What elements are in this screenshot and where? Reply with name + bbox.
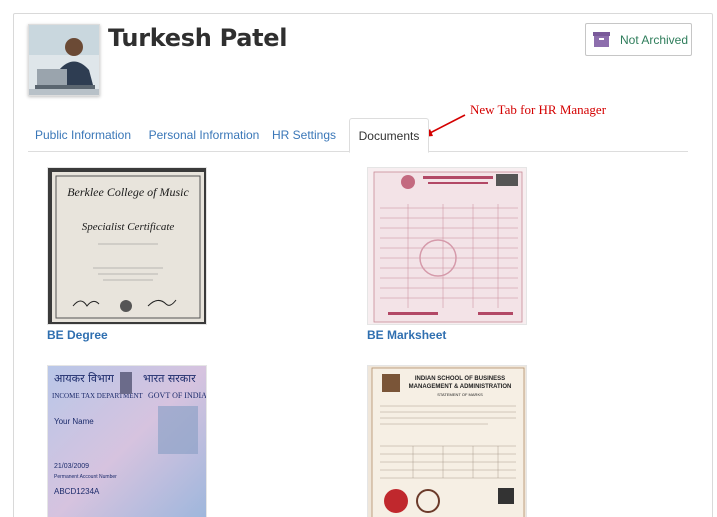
- marks-school-line1-text: INDIAN SCHOOL OF BUSINESS: [415, 376, 505, 382]
- certificate-school-text: Berklee College of Music: [67, 185, 189, 199]
- avatar: [28, 24, 100, 96]
- pan-hindi-right-text: भारत सरकार: [143, 372, 196, 385]
- pan-pan-label-text: Permanent Account Number: [54, 474, 117, 480]
- pan-number-text: ABCD1234A: [54, 487, 100, 496]
- document-item[interactable]: आयकर विभाग भारत सरकार INCOME TAX DEPARTM…: [47, 365, 207, 517]
- archive-status-label: Not Archived: [620, 32, 689, 47]
- marks-school-line2-text: MANAGEMENT & ADMINISTRATION: [409, 384, 512, 390]
- document-thumbnail[interactable]: [367, 167, 527, 325]
- pan-date-text: 21/03/2009: [54, 463, 89, 470]
- document-item[interactable]: Berklee College of Music Specialist Cert…: [47, 167, 207, 342]
- document-thumbnail[interactable]: आयकर विभाग भारत सरकार INCOME TAX DEPARTM…: [47, 365, 207, 517]
- marks-statement-text: STATEMENT OF MARKS: [437, 392, 483, 397]
- tab-documents[interactable]: Documents: [349, 118, 429, 153]
- employee-name: Turkesh Patel: [108, 24, 288, 52]
- tab-personal-information[interactable]: Personal Information: [143, 118, 265, 152]
- archive-box-icon: [593, 31, 610, 48]
- tab-hr-settings[interactable]: HR Settings: [268, 118, 340, 152]
- profile-tabs: Public Information Personal Information …: [28, 118, 688, 153]
- pan-govt-text: GOVT OF INDIA: [148, 391, 207, 400]
- document-label[interactable]: BE Degree: [47, 328, 207, 342]
- tab-public-information[interactable]: Public Information: [28, 118, 138, 152]
- document-label[interactable]: BE Marksheet: [367, 328, 527, 342]
- document-item[interactable]: INDIAN SCHOOL OF BUSINESS MANAGEMENT & A…: [367, 365, 527, 517]
- archive-toggle-button[interactable]: Not Archived: [585, 23, 692, 56]
- annotation-text: New Tab for HR Manager: [470, 102, 607, 117]
- document-item[interactable]: BE Marksheet: [367, 167, 527, 342]
- certificate-title-text: Specialist Certificate: [82, 221, 175, 233]
- pan-name-text: Your Name: [54, 417, 94, 426]
- pan-hindi-left-text: आयकर विभाग: [54, 372, 115, 385]
- document-thumbnail[interactable]: Berklee College of Music Specialist Cert…: [47, 167, 207, 325]
- document-thumbnail[interactable]: INDIAN SCHOOL OF BUSINESS MANAGEMENT & A…: [367, 365, 527, 517]
